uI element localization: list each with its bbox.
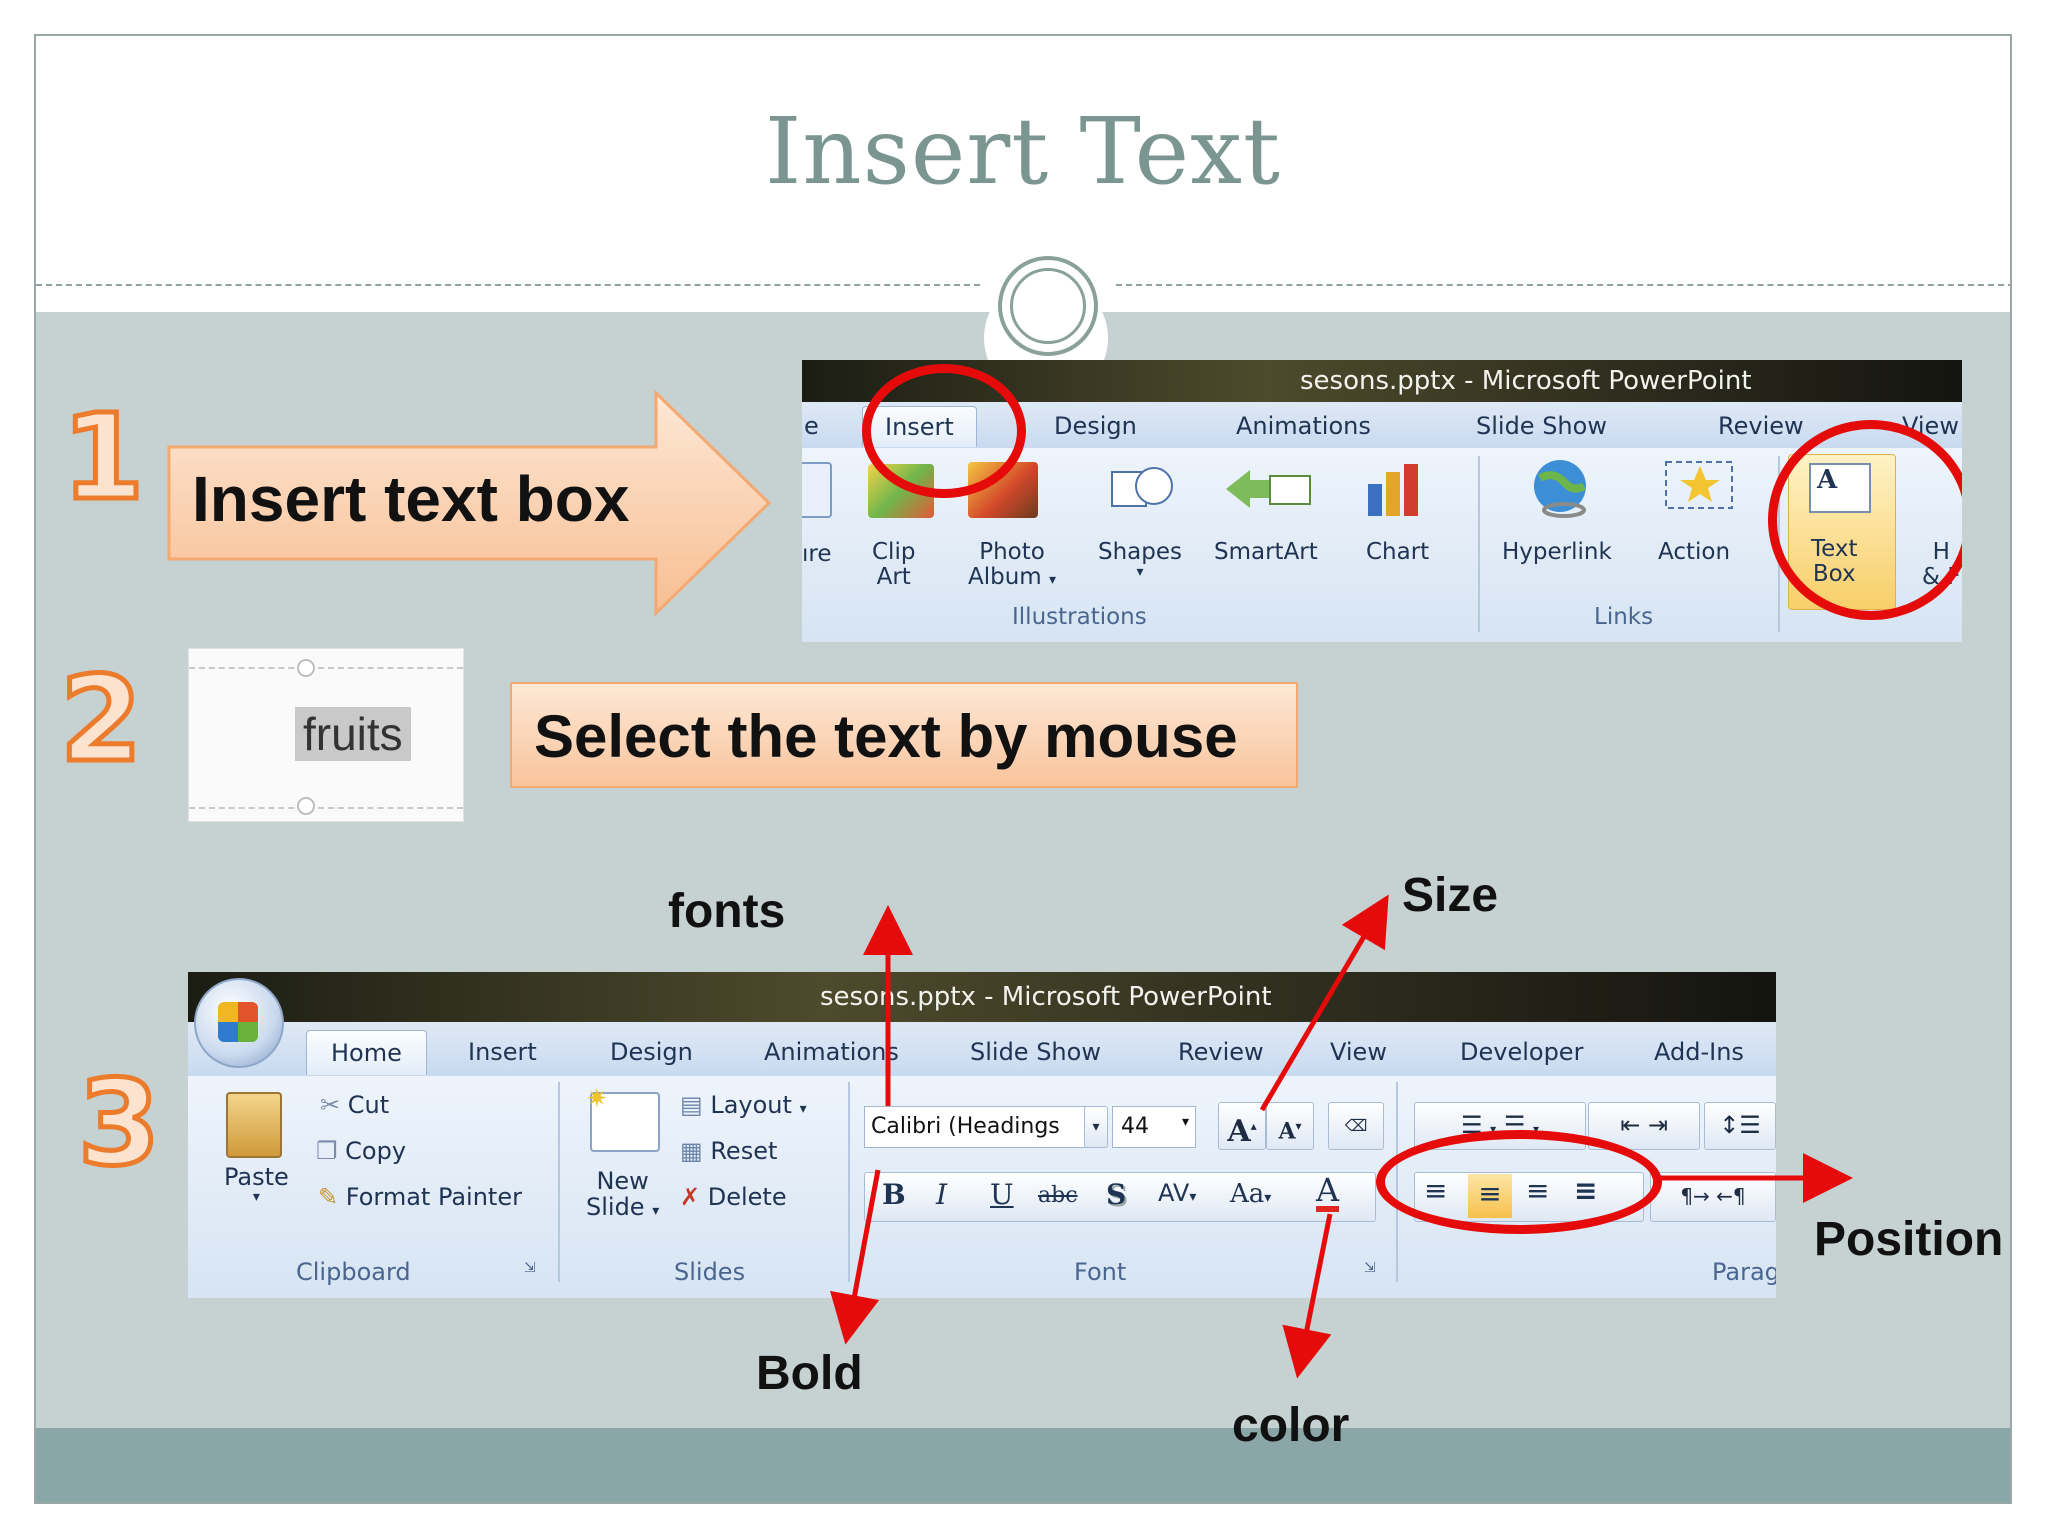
bold-arrow bbox=[830, 1169, 881, 1345]
color-arrow bbox=[1282, 1213, 1333, 1379]
annotation-arrows bbox=[830, 894, 1853, 1379]
size-arrow bbox=[1259, 894, 1389, 1112]
